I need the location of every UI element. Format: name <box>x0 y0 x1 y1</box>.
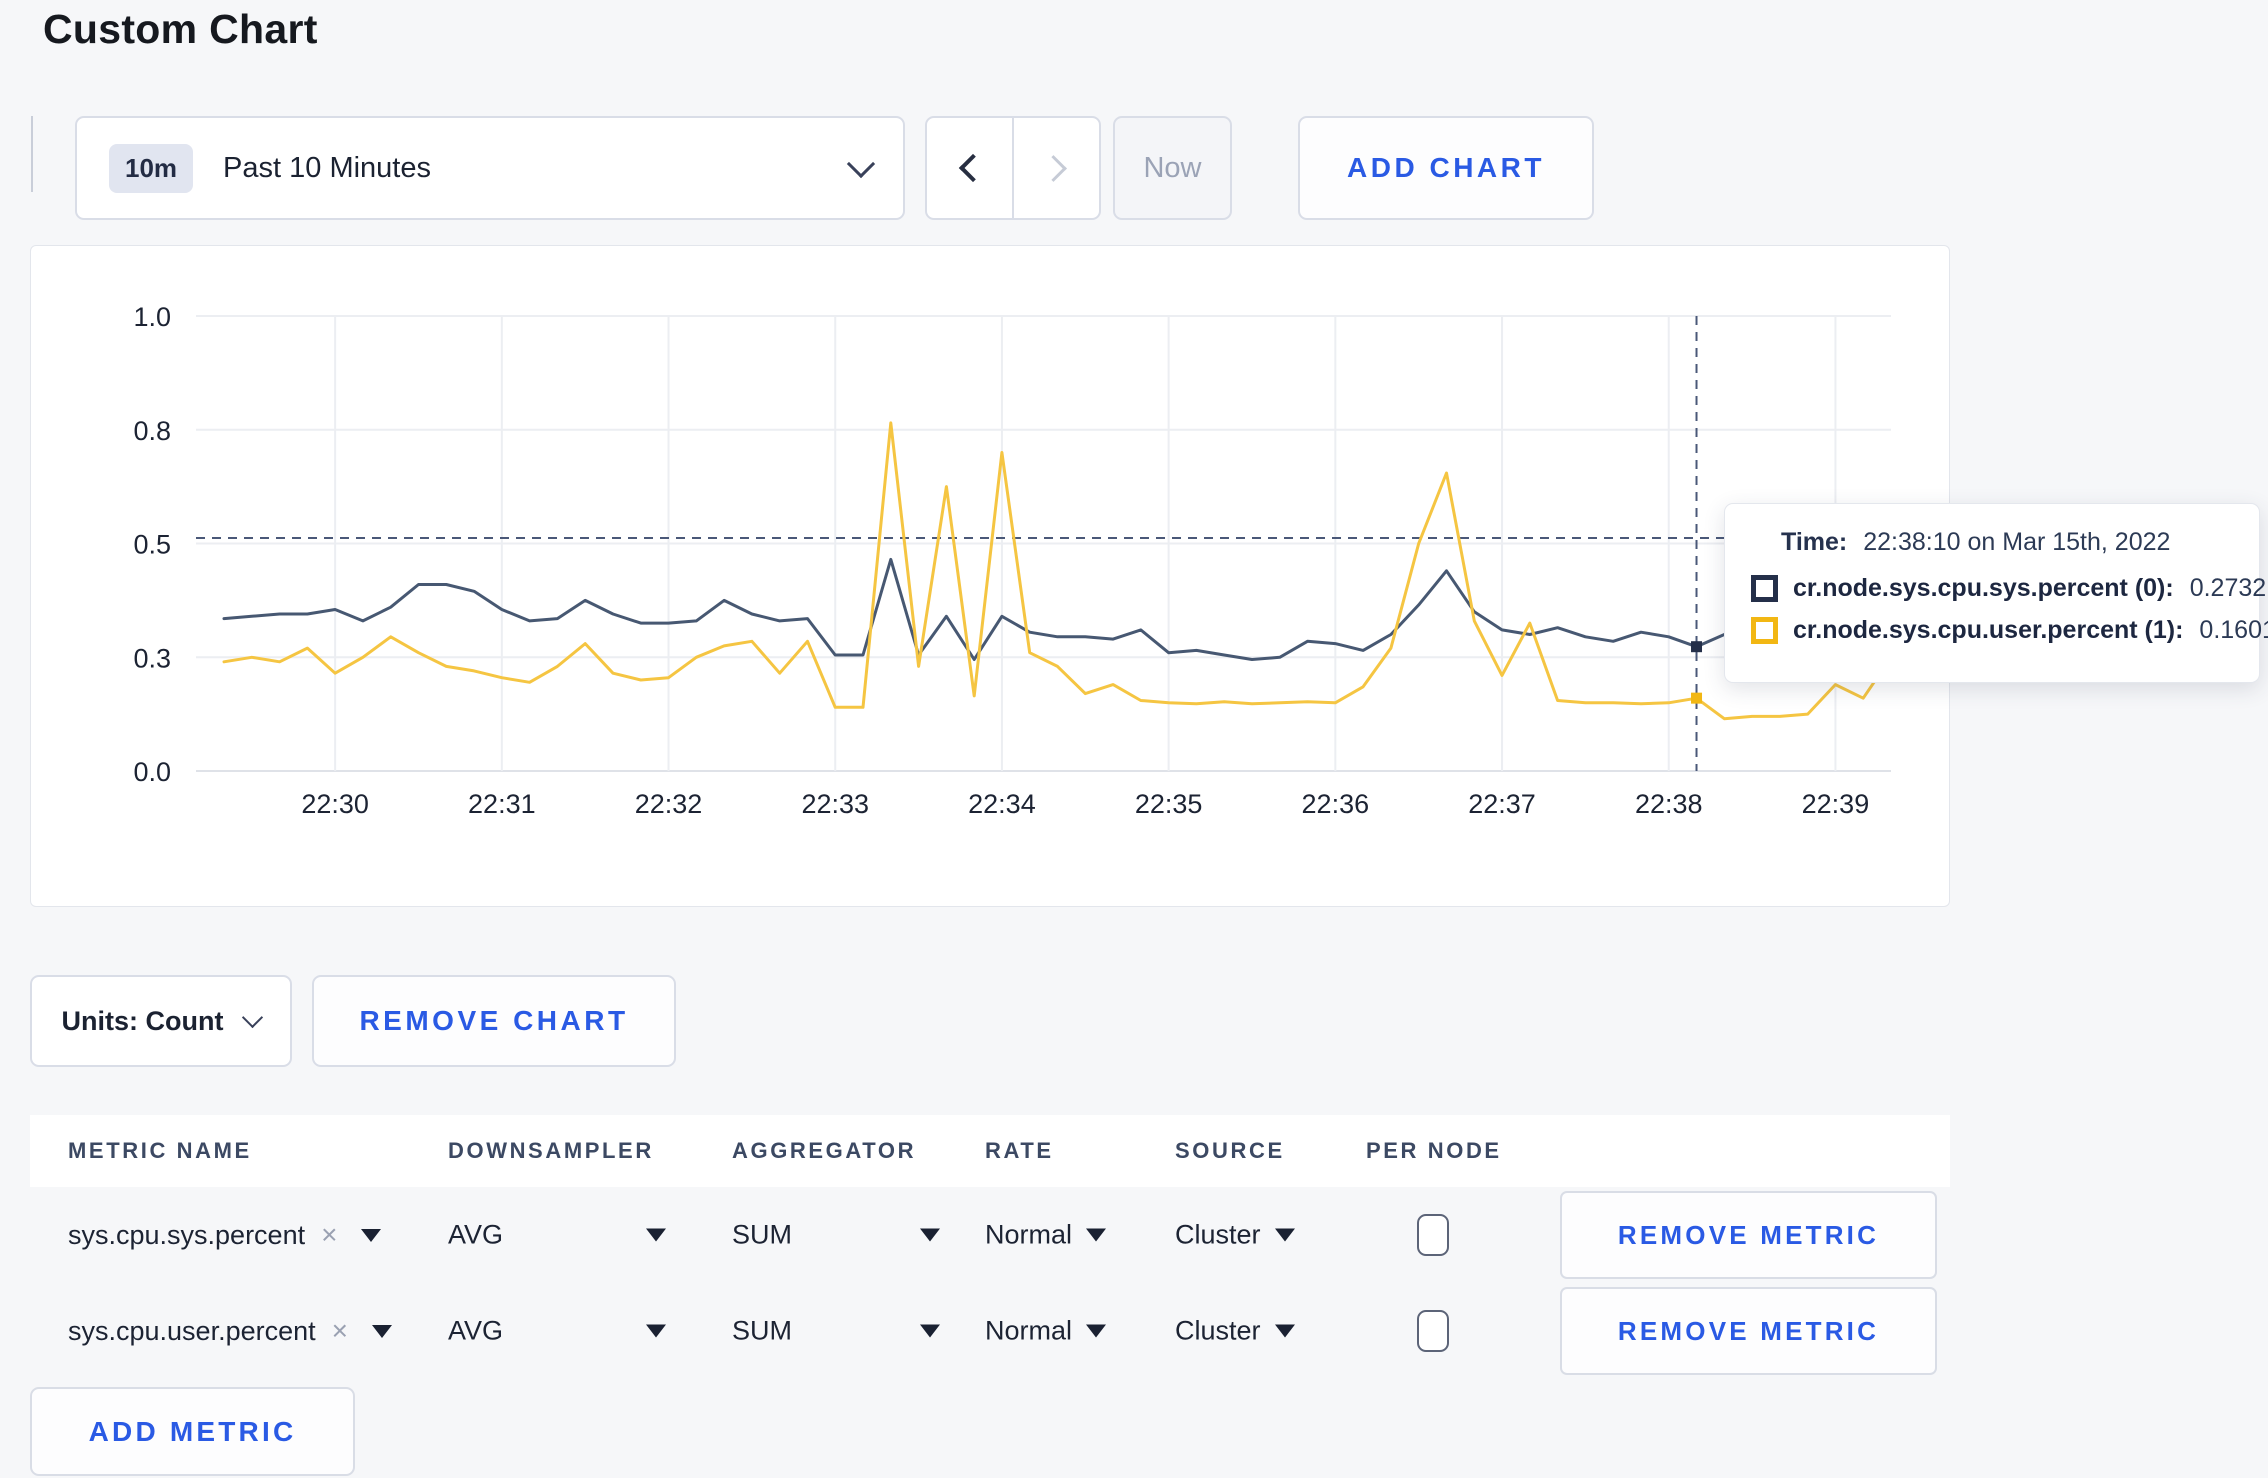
rate-select[interactable]: Normal <box>985 1219 1107 1251</box>
x-tick-label: 22:30 <box>301 789 369 819</box>
source-value: Cluster <box>1175 1219 1261 1250</box>
dropdown-caret-icon <box>920 1228 940 1242</box>
dropdown-caret-icon <box>1086 1324 1107 1338</box>
x-tick-label: 22:36 <box>1302 789 1370 819</box>
toolbar-divider <box>31 116 33 192</box>
col-header-downsampler: DOWNSAMPLER <box>448 1138 654 1163</box>
x-tick-label: 22:31 <box>468 789 536 819</box>
crosshair-dot-1 <box>1691 692 1703 704</box>
tooltip-series-row: cr.node.sys.cpu.sys.percent (0): 0.2732 <box>1751 574 2266 603</box>
crosshair-dot-0 <box>1691 641 1703 653</box>
aggregator-select[interactable]: SUM <box>732 1316 940 1347</box>
rate-value: Normal <box>985 1315 1073 1346</box>
per-node-checkbox[interactable] <box>1417 1214 1449 1256</box>
y-tick-label: 0.5 <box>133 530 171 560</box>
metrics-chart[interactable]: 0.0 0.3 0.5 0.8 1.0 22:30 22:31 22:32 22:33 22:34… <box>31 246 1951 908</box>
x-tick-label: 22:32 <box>635 789 703 819</box>
y-tick-label: 0.3 <box>133 643 171 673</box>
col-header-per-node: PER NODE <box>1366 1138 1502 1163</box>
clear-icon[interactable]: × <box>332 1315 348 1347</box>
col-header-source: SOURCE <box>1175 1138 1285 1163</box>
time-range-label: Past 10 Minutes <box>223 151 431 184</box>
time-back-button[interactable] <box>927 118 1012 218</box>
custom-chart-page: Custom Chart 10m Past 10 Minutes Now ADD… <box>0 0 2268 1478</box>
remove-metric-button[interactable]: REMOVE METRIC <box>1560 1287 1937 1375</box>
tooltip-time-row: Time: 22:38:10 on Mar 15th, 2022 <box>1781 528 2239 557</box>
metric-name-select[interactable]: sys.cpu.user.percent × <box>68 1315 392 1347</box>
downsampler-select[interactable]: AVG <box>448 1316 666 1347</box>
aggregator-value: SUM <box>732 1315 792 1346</box>
metric-name-value: sys.cpu.sys.percent <box>68 1219 306 1250</box>
rate-select[interactable]: Normal <box>985 1315 1107 1347</box>
tooltip-series-value: 0.2732 <box>2189 574 2267 602</box>
chart-card: 0.0 0.3 0.5 0.8 1.0 22:30 22:31 22:32 22:33 22:34… <box>30 245 1950 907</box>
col-header-aggregator: AGGREGATOR <box>732 1138 917 1163</box>
dropdown-caret-icon <box>646 1324 666 1338</box>
per-node-checkbox[interactable] <box>1417 1310 1449 1352</box>
y-tick-label: 0.0 <box>133 757 171 787</box>
add-metric-button[interactable]: ADD METRIC <box>30 1387 355 1476</box>
x-tick-label: 22:34 <box>968 789 1036 819</box>
dropdown-caret-icon <box>372 1324 392 1338</box>
metric-name-value: sys.cpu.user.percent <box>68 1315 316 1346</box>
x-tick-label: 22:35 <box>1135 789 1203 819</box>
downsampler-value: AVG <box>448 1219 504 1250</box>
units-select[interactable]: Units: Count <box>30 975 292 1067</box>
units-label: Units: Count <box>61 1005 224 1036</box>
col-header-rate: RATE <box>985 1138 1054 1163</box>
x-tick-label: 22:38 <box>1635 789 1703 819</box>
metric-name-select[interactable]: sys.cpu.sys.percent × <box>68 1219 382 1251</box>
time-forward-button[interactable] <box>1014 118 1099 218</box>
page-title: Custom Chart <box>43 6 318 52</box>
time-range-badge: 10m <box>109 143 194 193</box>
sys-series-swatch-icon <box>1751 575 1778 602</box>
rate-value: Normal <box>985 1219 1073 1250</box>
time-range-select[interactable]: 10m Past 10 Minutes <box>75 116 905 220</box>
series-line-0 <box>222 557 1893 661</box>
tooltip-time-value: 22:38:10 on Mar 15th, 2022 <box>1863 528 2171 556</box>
remove-metric-button[interactable]: REMOVE METRIC <box>1560 1191 1937 1279</box>
metric-row: sys.cpu.sys.percent × AVG SUM Normal Clu… <box>30 1187 1950 1283</box>
chevron-right-icon <box>1040 154 1067 182</box>
dropdown-caret-icon <box>646 1228 666 1242</box>
y-tick-label: 1.0 <box>133 302 171 332</box>
aggregator-value: SUM <box>732 1219 792 1250</box>
y-tick-label: 0.8 <box>133 416 171 446</box>
clear-icon[interactable]: × <box>321 1219 337 1251</box>
now-button[interactable]: Now <box>1113 116 1232 220</box>
tooltip-series-row: cr.node.sys.cpu.user.percent (1): 0.1601 <box>1751 616 2268 645</box>
remove-chart-button[interactable]: REMOVE CHART <box>312 975 676 1067</box>
downsampler-select[interactable]: AVG <box>448 1220 666 1251</box>
source-select[interactable]: Cluster <box>1175 1316 1295 1347</box>
source-value: Cluster <box>1175 1315 1261 1346</box>
metrics-table-header: METRIC NAME DOWNSAMPLER AGGREGATOR RATE … <box>30 1115 1950 1187</box>
x-tick-label: 22:37 <box>1468 789 1536 819</box>
add-chart-button[interactable]: ADD CHART <box>1298 116 1594 220</box>
aggregator-select[interactable]: SUM <box>732 1220 940 1251</box>
chevron-left-icon <box>958 153 987 183</box>
downsampler-value: AVG <box>448 1315 504 1346</box>
tooltip-series-name: cr.node.sys.cpu.sys.percent (0): <box>1793 574 2174 602</box>
dropdown-caret-icon <box>920 1324 940 1338</box>
dropdown-caret-icon <box>1274 1228 1295 1242</box>
source-select[interactable]: Cluster <box>1175 1220 1295 1251</box>
col-header-metric-name: METRIC NAME <box>68 1138 252 1163</box>
chart-tooltip: Time: 22:38:10 on Mar 15th, 2022 cr.node.… <box>1724 503 2268 683</box>
metric-row: sys.cpu.user.percent × AVG SUM Normal Cl… <box>30 1283 1950 1379</box>
x-tick-label: 22:39 <box>1802 789 1870 819</box>
time-nav-group <box>925 116 1101 220</box>
chevron-down-icon <box>846 149 876 179</box>
dropdown-caret-icon <box>1274 1324 1295 1338</box>
x-tick-label: 22:33 <box>801 789 869 819</box>
dropdown-caret-icon <box>361 1228 382 1242</box>
series-line-1 <box>222 421 1893 721</box>
tooltip-series-value: 0.1601 <box>2199 616 2268 644</box>
user-series-swatch-icon <box>1751 617 1778 644</box>
chevron-down-icon <box>242 1006 264 1028</box>
tooltip-series-name: cr.node.sys.cpu.user.percent (1): <box>1793 616 2184 644</box>
dropdown-caret-icon <box>1086 1228 1107 1242</box>
tooltip-time-label: Time: <box>1781 528 1848 556</box>
